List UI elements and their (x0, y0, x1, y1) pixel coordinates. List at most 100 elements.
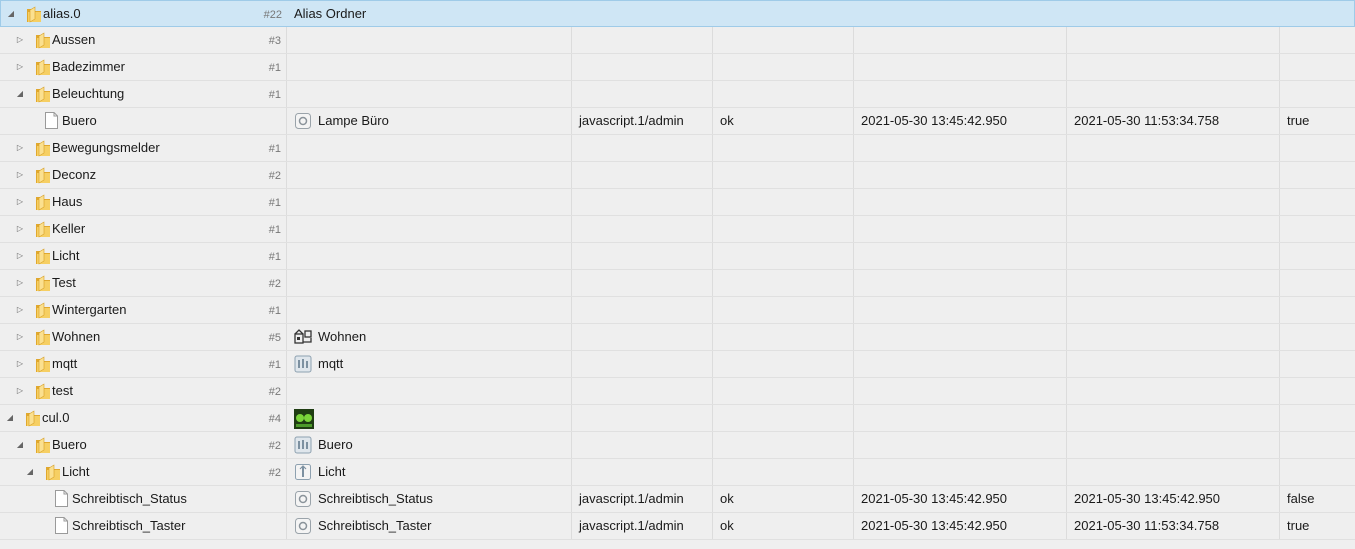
expand-toggle-icon[interactable]: ▷ (14, 378, 26, 404)
value-cell[interactable] (1279, 324, 1355, 350)
folder-icon (35, 329, 51, 346)
status-cell (712, 297, 854, 323)
value-cell[interactable] (1279, 297, 1355, 323)
id-cell: ▷ Keller #1 (0, 216, 286, 242)
name-cell (286, 405, 572, 431)
value-cell[interactable] (1280, 1, 1355, 27)
tree-row[interactable]: ◢ Licht #2 Licht (0, 459, 1355, 486)
status-cell-text: ok (720, 491, 734, 506)
role-cell (571, 459, 713, 485)
last-change-cell (1066, 297, 1280, 323)
tree-row[interactable]: Buero Lampe Büro javascript.1/admin ok 2021-… (0, 108, 1355, 135)
value-cell[interactable] (1279, 162, 1355, 188)
tree-row[interactable]: ▷ Deconz #2 (0, 162, 1355, 189)
tree-row[interactable]: Schreibtisch_Status Schreibtisch_Status ja… (0, 486, 1355, 513)
role-cell (571, 324, 713, 350)
expand-toggle-icon[interactable]: ▷ (14, 270, 26, 296)
child-count-badge: #1 (268, 89, 281, 101)
tree-row[interactable]: Schreibtisch_Taster Schreibtisch_Taster ja… (0, 513, 1355, 540)
status-cell: ok (712, 108, 854, 134)
last-change-cell (1066, 324, 1280, 350)
name-cell (286, 216, 572, 242)
collapse-toggle-icon[interactable]: ◢ (5, 1, 17, 27)
name-cell: mqtt (286, 351, 572, 377)
role-cell (571, 243, 713, 269)
value-cell[interactable]: true (1279, 108, 1355, 134)
role-cell (571, 54, 713, 80)
tree-row[interactable]: ▷ Licht #1 (0, 243, 1355, 270)
value-cell[interactable] (1279, 459, 1355, 485)
collapse-toggle-icon[interactable]: ◢ (14, 432, 26, 458)
expand-toggle-icon[interactable]: ▷ (14, 162, 26, 188)
id-cell: ▷ Badezimmer #1 (0, 54, 286, 80)
name-cell (286, 243, 572, 269)
tree-row[interactable]: ◢ Beleuchtung #1 (0, 81, 1355, 108)
object-name-label: Schreibtisch_Status (318, 491, 433, 506)
value-cell[interactable] (1279, 243, 1355, 269)
expand-toggle-icon[interactable]: ▷ (14, 243, 26, 269)
child-count-badge: #2 (268, 467, 281, 479)
folder-icon (35, 140, 51, 157)
expand-toggle-icon[interactable]: ▷ (14, 297, 26, 323)
expand-toggle-icon[interactable]: ▷ (14, 216, 26, 242)
expand-toggle-icon[interactable]: ▷ (14, 54, 26, 80)
value-cell[interactable]: false (1279, 486, 1355, 512)
value-cell[interactable]: true (1279, 513, 1355, 539)
timestamp-cell (853, 216, 1067, 242)
value-cell[interactable] (1279, 135, 1355, 161)
folder-icon (25, 410, 41, 427)
folder-icon (35, 194, 51, 211)
child-count-badge: #2 (268, 440, 281, 452)
value-cell[interactable] (1279, 189, 1355, 215)
expand-toggle-icon[interactable]: ▷ (14, 27, 26, 53)
name-cell (286, 270, 572, 296)
value-cell[interactable] (1279, 216, 1355, 242)
tree-row[interactable]: ▷ Test #2 (0, 270, 1355, 297)
id-cell: ◢ cul.0 #4 (0, 405, 286, 431)
role-cell (571, 81, 713, 107)
collapse-toggle-icon[interactable]: ◢ (24, 459, 36, 485)
timestamp-cell (853, 54, 1067, 80)
value-cell[interactable] (1279, 432, 1355, 458)
expand-toggle-icon[interactable]: ▷ (14, 324, 26, 350)
tree-row[interactable]: ◢ cul.0 #4 (0, 405, 1355, 432)
tree-row[interactable]: ▷ Badezimmer #1 (0, 54, 1355, 81)
object-id-label: Aussen (52, 32, 96, 47)
last-change-cell-text: 2021-05-30 13:45:42.950 (1074, 491, 1221, 506)
id-cell: ◢ alias.0 #22 (1, 1, 287, 27)
tree-row[interactable]: ▷ Aussen #3 (0, 27, 1355, 54)
tree-row[interactable]: ▷ Wintergarten #1 (0, 297, 1355, 324)
last-change-cell (1067, 1, 1280, 27)
state-icon (294, 112, 312, 130)
object-name-label: Alias Ordner (294, 6, 367, 21)
expand-toggle-icon[interactable]: ▷ (14, 351, 26, 377)
value-cell[interactable] (1279, 405, 1355, 431)
tree-row[interactable]: ◢ Buero #2 Buero (0, 432, 1355, 459)
id-cell: ◢ Licht #2 (0, 459, 286, 485)
value-cell[interactable] (1279, 270, 1355, 296)
role-cell: javascript.1/admin (571, 486, 713, 512)
tree-row[interactable]: ▷ Bewegungsmelder #1 (0, 135, 1355, 162)
value-cell[interactable] (1279, 54, 1355, 80)
value-cell[interactable] (1279, 27, 1355, 53)
tree-row[interactable]: ▷ Keller #1 (0, 216, 1355, 243)
tree-row[interactable]: ▷ Haus #1 (0, 189, 1355, 216)
state-icon (294, 517, 312, 535)
object-id-label: Buero (62, 113, 97, 128)
object-id-label: Haus (52, 194, 83, 209)
value-cell[interactable] (1279, 81, 1355, 107)
value-cell[interactable] (1279, 351, 1355, 377)
timestamp-cell (853, 27, 1067, 53)
tree-row[interactable]: ◢ alias.0 #22 Alias Ordner (0, 0, 1355, 27)
expand-toggle-icon[interactable]: ▷ (14, 189, 26, 215)
tree-row[interactable]: ▷ test #2 (0, 378, 1355, 405)
role-cell (571, 162, 713, 188)
collapse-toggle-icon[interactable]: ◢ (4, 405, 16, 431)
tree-row[interactable]: ▷ Wohnen #5 Wohnen (0, 324, 1355, 351)
expand-toggle-icon[interactable]: ▷ (14, 135, 26, 161)
object-id-label: Schreibtisch_Taster (72, 518, 186, 533)
value-cell[interactable] (1279, 378, 1355, 404)
status-cell (712, 216, 854, 242)
collapse-toggle-icon[interactable]: ◢ (14, 81, 26, 107)
tree-row[interactable]: ▷ mqtt #1 mqtt (0, 351, 1355, 378)
